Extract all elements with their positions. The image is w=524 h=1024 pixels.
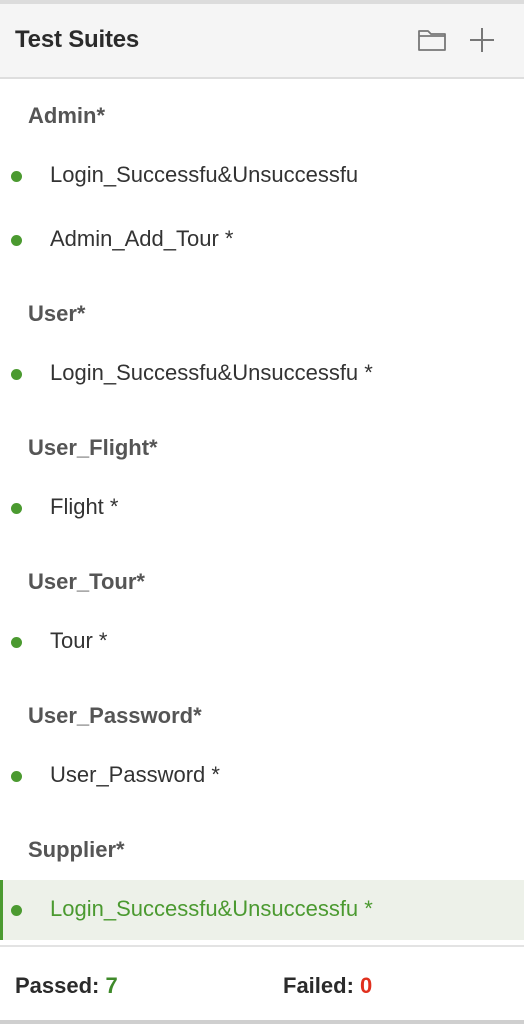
suite-item[interactable]: Admin_Add_Tour *: [0, 210, 524, 270]
failed-count: 0: [360, 973, 373, 998]
passed-count: 7: [105, 973, 118, 998]
suite-label: Flight *: [50, 494, 119, 519]
failed-stat: Failed: 0: [283, 973, 372, 999]
bottom-divider: [0, 1020, 524, 1024]
suite-label: Tour *: [50, 628, 108, 653]
group-user-password[interactable]: User_Password*: [28, 703, 202, 729]
status-dot: [11, 171, 22, 182]
group-supplier[interactable]: Supplier*: [28, 837, 125, 863]
status-dot: [11, 503, 22, 514]
suite-item[interactable]: Tour *: [0, 612, 524, 672]
folder-icon[interactable]: [416, 24, 448, 56]
failed-label: Failed:: [283, 973, 354, 998]
suite-label: Login_Successfu&Unsuccessfu *: [50, 896, 373, 921]
test-suites-panel: Test Suites Admin* Login_Successfu&Unsuc…: [0, 0, 524, 1024]
passed-stat: Passed: 7: [15, 973, 118, 999]
status-dot: [11, 637, 22, 648]
results-footer: Passed: 7 Failed: 0: [0, 945, 524, 1024]
suite-item-selected[interactable]: Login_Successfu&Unsuccessfu *: [0, 880, 524, 940]
status-dot: [11, 235, 22, 246]
suite-item[interactable]: User_Password *: [0, 746, 524, 806]
suite-item[interactable]: Login_Successfu&Unsuccessfu *: [0, 344, 524, 404]
suite-label: Login_Successfu&Unsuccessfu *: [50, 360, 373, 385]
panel-title: Test Suites: [15, 26, 140, 53]
suite-tree: Admin* Login_Successfu&Unsuccessfu Admin…: [0, 81, 524, 945]
group-admin[interactable]: Admin*: [28, 103, 105, 129]
group-user-flight[interactable]: User_Flight*: [28, 435, 158, 461]
group-user[interactable]: User*: [28, 301, 85, 327]
group-user-tour[interactable]: User_Tour*: [28, 569, 145, 595]
suite-label: Admin_Add_Tour *: [50, 226, 234, 251]
passed-label: Passed:: [15, 973, 100, 998]
suite-item[interactable]: Login_Successfu&Unsuccessfu: [0, 146, 524, 206]
status-dot: [11, 905, 22, 916]
status-dot: [11, 369, 22, 380]
suite-item[interactable]: Flight *: [0, 478, 524, 538]
suite-label: Login_Successfu&Unsuccessfu: [50, 162, 359, 187]
panel-header: Test Suites: [0, 4, 524, 79]
status-dot: [11, 771, 22, 782]
plus-icon[interactable]: [466, 24, 498, 56]
suite-label: User_Password *: [50, 762, 220, 787]
